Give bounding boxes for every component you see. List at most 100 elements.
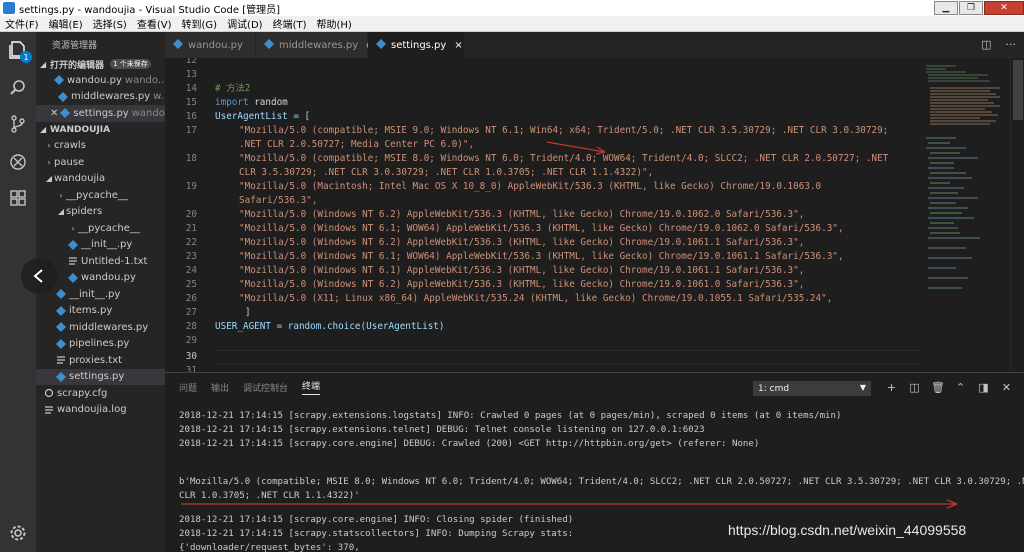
minimize-button[interactable]: ▁ bbox=[934, 1, 958, 15]
code-line: 14 # 方法2 bbox=[185, 83, 251, 94]
code-line: 21 "Mozilla/5.0 (Windows NT 6.1; WOW64) A… bbox=[185, 223, 844, 234]
code-line: 29 bbox=[185, 335, 197, 346]
close-panel-icon[interactable]: ✕ bbox=[1000, 381, 1013, 394]
terminal-select-value: 1: cmd bbox=[758, 383, 790, 394]
code-line: 20 "Mozilla/5.0 (Windows NT 6.2) AppleWeb… bbox=[185, 209, 805, 220]
code-line: Safari/536.3", bbox=[239, 195, 318, 206]
menu-debug[interactable]: 调试(D) bbox=[222, 16, 268, 31]
tab-terminal[interactable]: 终端 bbox=[302, 379, 321, 395]
trash-icon[interactable]: 🗑 bbox=[931, 381, 945, 394]
split-editor-icon[interactable]: ◫ bbox=[981, 38, 991, 51]
text-file-icon bbox=[56, 355, 66, 365]
code-editor[interactable]: 12 13 14 # 方法2 15 import random 16 UserAgen… bbox=[165, 58, 922, 372]
tab-wandou[interactable]: wandou.py bbox=[165, 32, 256, 58]
tree-folder[interactable]: ◢ spiders bbox=[36, 204, 165, 221]
watermark: https://blog.csdn.net/weixin_44099558 bbox=[728, 522, 967, 538]
tab-problems[interactable]: 问题 bbox=[179, 381, 197, 394]
tab-output[interactable]: 输出 bbox=[211, 381, 229, 394]
tree-label: wandoujia.log bbox=[57, 404, 127, 416]
chevron-right-icon: › bbox=[71, 223, 75, 233]
tree-label: settings.py bbox=[69, 371, 125, 383]
minimap[interactable] bbox=[922, 58, 1010, 372]
scrollbar-thumb[interactable] bbox=[1013, 60, 1023, 120]
open-editor-settings[interactable]: ✕ settings.py wando... bbox=[36, 105, 165, 122]
project-section[interactable]: ◢ WANDOUJIA bbox=[36, 122, 165, 138]
tab-middlewares[interactable]: middlewares.py ● bbox=[256, 32, 375, 58]
explorer-sidebar: 资源管理器 ◢ 打开的编辑器 1 个未保存 wandou.py wando...… bbox=[36, 32, 165, 552]
tab-label: wandou.py bbox=[188, 39, 243, 51]
chevron-right-icon: › bbox=[47, 141, 51, 151]
tree-folder[interactable]: › crawls bbox=[36, 138, 165, 155]
tree-label: proxies.txt bbox=[69, 354, 123, 366]
close-button[interactable]: ✕ bbox=[984, 1, 1024, 15]
tree-file[interactable]: __init__.py bbox=[36, 237, 165, 254]
menu-view[interactable]: 查看(V) bbox=[132, 16, 177, 31]
tree-folder[interactable]: › __pycache__ bbox=[36, 220, 165, 237]
title-bar: settings.py - wandoujia - Visual Studio … bbox=[0, 0, 1024, 16]
maximize-button[interactable]: ❐ bbox=[959, 1, 983, 15]
debug-icon[interactable] bbox=[6, 150, 30, 174]
close-icon[interactable]: × bbox=[454, 40, 462, 51]
tree-file[interactable]: pipelines.py bbox=[36, 336, 165, 353]
search-icon[interactable] bbox=[6, 76, 30, 100]
tree-label: __pycache__ bbox=[78, 222, 140, 234]
tab-debug-console[interactable]: 调试控制台 bbox=[243, 381, 288, 394]
tab-label: settings.py bbox=[391, 39, 447, 51]
maximize-panel-icon[interactable]: ◨ bbox=[977, 381, 990, 394]
code-line: 23 "Mozilla/5.0 (Windows NT 6.1; WOW64) A… bbox=[185, 251, 844, 262]
menu-terminal[interactable]: 终端(T) bbox=[268, 16, 312, 31]
explorer-badge: 1 bbox=[20, 51, 32, 63]
source-control-icon[interactable] bbox=[6, 112, 30, 136]
tree-file[interactable]: middlewares.py bbox=[36, 319, 165, 336]
editor-scrollbar[interactable] bbox=[1010, 58, 1024, 372]
chevron-down-icon: ◢ bbox=[40, 59, 47, 69]
tree-label: pause bbox=[54, 156, 85, 168]
chevron-left-icon bbox=[33, 269, 43, 283]
menu-help[interactable]: 帮助(H) bbox=[312, 16, 357, 31]
window-title: settings.py - wandoujia - Visual Studio … bbox=[19, 4, 281, 16]
menu-file[interactable]: 文件(F) bbox=[0, 16, 44, 31]
split-terminal-icon[interactable]: ◫ bbox=[908, 381, 921, 394]
settings-gear-icon[interactable] bbox=[6, 521, 30, 545]
tree-file[interactable]: scrapy.cfg bbox=[36, 385, 165, 402]
open-editors-section[interactable]: ◢ 打开的编辑器 1 个未保存 bbox=[36, 56, 165, 72]
tree-file[interactable]: items.py bbox=[36, 303, 165, 320]
code-line: 16 UserAgentList = [ bbox=[185, 111, 311, 122]
tab-label: middlewares.py bbox=[279, 39, 359, 51]
python-file-icon bbox=[56, 322, 66, 333]
code-line: 24 "Mozilla/5.0 (Windows NT 6.1) AppleWeb… bbox=[185, 265, 805, 276]
extensions-icon[interactable] bbox=[6, 186, 30, 210]
tree-file[interactable]: __init__.py bbox=[36, 286, 165, 303]
more-actions-icon[interactable]: ··· bbox=[1006, 38, 1017, 51]
tree-file[interactable]: Untitled-1.txt bbox=[36, 253, 165, 270]
chevron-up-icon[interactable]: ⌃ bbox=[954, 381, 967, 394]
menu-go[interactable]: 转到(G) bbox=[177, 16, 223, 31]
previous-image-button[interactable] bbox=[21, 258, 57, 294]
explorer-icon[interactable]: 1 bbox=[6, 38, 32, 63]
tree-label: pipelines.py bbox=[69, 338, 130, 350]
open-editor-middlewares[interactable]: middlewares.py w... bbox=[36, 89, 165, 106]
open-editor-path: w... bbox=[153, 91, 165, 103]
chevron-down-icon: ▼ bbox=[859, 383, 866, 392]
chevron-down-icon: ◢ bbox=[45, 174, 53, 184]
editor-actions: ◫ ··· bbox=[981, 38, 1016, 51]
tree-file[interactable]: proxies.txt bbox=[36, 352, 165, 369]
close-icon[interactable]: ✕ bbox=[50, 108, 58, 119]
menu-selection[interactable]: 选择(S) bbox=[88, 16, 132, 31]
editor-tabs: wandou.py middlewares.py ● settings.py ×… bbox=[165, 32, 1024, 58]
tree-file-selected[interactable]: settings.py bbox=[36, 368, 165, 385]
config-file-icon bbox=[44, 388, 54, 398]
menu-edit[interactable]: 编辑(E) bbox=[44, 16, 88, 31]
open-editor-wandou[interactable]: wandou.py wando... bbox=[36, 72, 165, 89]
tree-file[interactable]: wandoujia.log bbox=[36, 402, 165, 419]
explorer-header: 资源管理器 bbox=[52, 40, 98, 51]
tab-settings[interactable]: settings.py × bbox=[368, 32, 465, 58]
tree-label: wandoujia bbox=[54, 173, 106, 185]
log-file-icon bbox=[44, 405, 54, 415]
tree-folder[interactable]: › pause bbox=[36, 154, 165, 171]
new-terminal-icon[interactable]: + bbox=[885, 381, 898, 394]
tree-folder[interactable]: › __pycache__ bbox=[36, 187, 165, 204]
code-line: .NET CLR 2.0.50727; Media Center PC 6.0)… bbox=[239, 139, 475, 150]
terminal-select[interactable]: 1: cmd ▼ bbox=[753, 381, 871, 396]
tree-folder[interactable]: ◢ wandoujia bbox=[36, 171, 165, 188]
